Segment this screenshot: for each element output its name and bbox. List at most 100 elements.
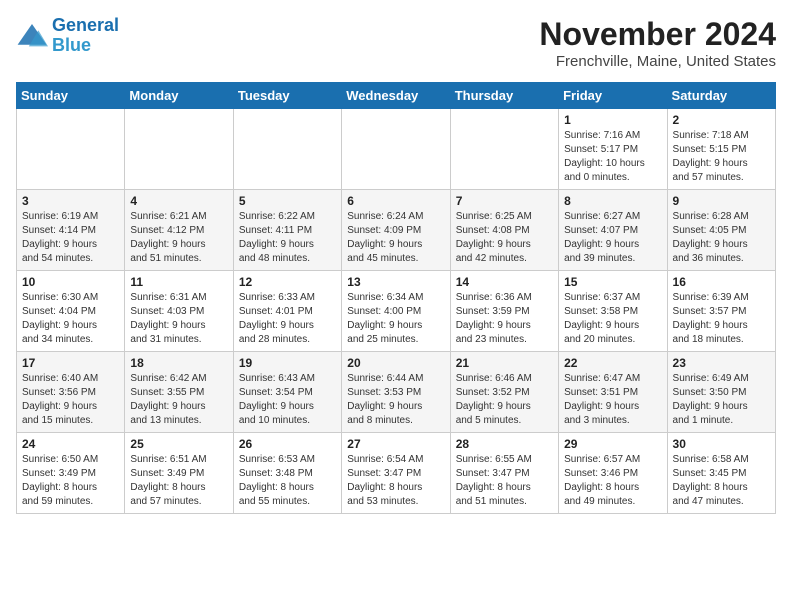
calendar-week: 10Sunrise: 6:30 AM Sunset: 4:04 PM Dayli… — [17, 271, 776, 352]
calendar-cell: 16Sunrise: 6:39 AM Sunset: 3:57 PM Dayli… — [667, 271, 775, 352]
dow-header: Sunday — [17, 83, 125, 109]
month-title: November 2024 — [539, 16, 776, 53]
day-info: Sunrise: 6:27 AM Sunset: 4:07 PM Dayligh… — [564, 210, 661, 266]
calendar-cell: 12 Sunrise: 6:33 AM Sunset: 4:01 PM Dayli… — [233, 271, 341, 352]
day-info: Sunrise: 6:57 AM Sunset: 3:46 PM Dayligh… — [564, 453, 661, 509]
calendar-cell — [233, 109, 341, 190]
day-info: Sunrise: 6:31 AM Sunset: 4:03 PM Dayligh… — [130, 291, 227, 347]
calendar-cell: 21 Sunrise: 6:46 AM Sunset: 3:52 PM Dayli… — [450, 352, 558, 433]
calendar-cell: 13Sunrise: 6:34 AM Sunset: 4:00 PM Dayli… — [342, 271, 450, 352]
day-info: Sunrise: 6:21 AM Sunset: 4:12 PM Dayligh… — [130, 210, 227, 266]
day-info: Sunrise: 6:47 AM Sunset: 3:51 PM Dayligh… — [564, 372, 661, 428]
calendar-cell — [342, 109, 450, 190]
calendar-cell: 18 Sunrise: 6:42 AM Sunset: 3:55 PM Dayli… — [125, 352, 233, 433]
day-number: 19 — [239, 356, 336, 370]
calendar-table: SundayMondayTuesdayWednesdayThursdayFrid… — [16, 82, 776, 514]
day-info: Sunrise: 6:36 AM Sunset: 3:59 PM Dayligh… — [456, 291, 553, 347]
calendar-cell: 17Sunrise: 6:40 AM Sunset: 3:56 PM Dayli… — [17, 352, 125, 433]
day-info: Sunrise: 6:46 AM Sunset: 3:52 PM Dayligh… — [456, 372, 553, 428]
day-number: 29 — [564, 437, 661, 451]
day-number: 9 — [673, 194, 770, 208]
calendar-cell: 5 Sunrise: 6:22 AM Sunset: 4:11 PM Daylig… — [233, 190, 341, 271]
day-number: 7 — [456, 194, 553, 208]
day-info: Sunrise: 6:58 AM Sunset: 3:45 PM Dayligh… — [673, 453, 770, 509]
dow-header: Tuesday — [233, 83, 341, 109]
calendar-cell: 23 Sunrise: 6:49 AM Sunset: 3:50 PM Dayli… — [667, 352, 775, 433]
day-info: Sunrise: 6:39 AM Sunset: 3:57 PM Dayligh… — [673, 291, 770, 347]
calendar-cell: 10Sunrise: 6:30 AM Sunset: 4:04 PM Dayli… — [17, 271, 125, 352]
calendar-cell — [125, 109, 233, 190]
calendar-cell: 24 Sunrise: 6:50 AM Sunset: 3:49 PM Dayli… — [17, 433, 125, 514]
day-info: Sunrise: 6:54 AM Sunset: 3:47 PM Dayligh… — [347, 453, 444, 509]
day-number: 5 — [239, 194, 336, 208]
day-info: Sunrise: 6:53 AM Sunset: 3:48 PM Dayligh… — [239, 453, 336, 509]
day-number: 26 — [239, 437, 336, 451]
day-number: 18 — [130, 356, 227, 370]
calendar-week: 24 Sunrise: 6:50 AM Sunset: 3:49 PM Dayli… — [17, 433, 776, 514]
calendar-cell: 20Sunrise: 6:44 AM Sunset: 3:53 PM Dayli… — [342, 352, 450, 433]
calendar-cell: 9 Sunrise: 6:28 AM Sunset: 4:05 PM Daylig… — [667, 190, 775, 271]
dow-header: Monday — [125, 83, 233, 109]
day-info: Sunrise: 6:42 AM Sunset: 3:55 PM Dayligh… — [130, 372, 227, 428]
location: Frenchville, Maine, United States — [539, 53, 776, 70]
day-info: Sunrise: 6:51 AM Sunset: 3:49 PM Dayligh… — [130, 453, 227, 509]
day-number: 25 — [130, 437, 227, 451]
calendar-cell — [17, 109, 125, 190]
calendar-cell: 4 Sunrise: 6:21 AM Sunset: 4:12 PM Daylig… — [125, 190, 233, 271]
day-info: Sunrise: 6:28 AM Sunset: 4:05 PM Dayligh… — [673, 210, 770, 266]
page-header: General Blue November 2024 Frenchville, … — [16, 16, 776, 70]
calendar-cell: 25 Sunrise: 6:51 AM Sunset: 3:49 PM Dayli… — [125, 433, 233, 514]
day-info: Sunrise: 6:22 AM Sunset: 4:11 PM Dayligh… — [239, 210, 336, 266]
day-number: 14 — [456, 275, 553, 289]
day-info: Sunrise: 6:49 AM Sunset: 3:50 PM Dayligh… — [673, 372, 770, 428]
day-number: 8 — [564, 194, 661, 208]
day-number: 13 — [347, 275, 444, 289]
day-number: 28 — [456, 437, 553, 451]
day-info: Sunrise: 7:18 AM Sunset: 5:15 PM Dayligh… — [673, 129, 770, 185]
title-block: November 2024 Frenchville, Maine, United… — [539, 16, 776, 70]
day-info: Sunrise: 6:37 AM Sunset: 3:58 PM Dayligh… — [564, 291, 661, 347]
day-info: Sunrise: 6:33 AM Sunset: 4:01 PM Dayligh… — [239, 291, 336, 347]
calendar-cell: 27 Sunrise: 6:54 AM Sunset: 3:47 PM Dayli… — [342, 433, 450, 514]
logo: General Blue — [16, 16, 119, 56]
day-number: 23 — [673, 356, 770, 370]
day-info: Sunrise: 6:50 AM Sunset: 3:49 PM Dayligh… — [22, 453, 119, 509]
calendar-cell: 15 Sunrise: 6:37 AM Sunset: 3:58 PM Dayli… — [559, 271, 667, 352]
day-info: Sunrise: 6:19 AM Sunset: 4:14 PM Dayligh… — [22, 210, 119, 266]
day-number: 11 — [130, 275, 227, 289]
day-number: 10 — [22, 275, 119, 289]
calendar-cell: 3 Sunrise: 6:19 AM Sunset: 4:14 PM Daylig… — [17, 190, 125, 271]
calendar-cell: 7 Sunrise: 6:25 AM Sunset: 4:08 PM Daylig… — [450, 190, 558, 271]
calendar-week: 17Sunrise: 6:40 AM Sunset: 3:56 PM Dayli… — [17, 352, 776, 433]
day-number: 4 — [130, 194, 227, 208]
day-info: Sunrise: 6:44 AM Sunset: 3:53 PM Dayligh… — [347, 372, 444, 428]
day-number: 15 — [564, 275, 661, 289]
calendar-cell: 11 Sunrise: 6:31 AM Sunset: 4:03 PM Dayli… — [125, 271, 233, 352]
calendar-cell: 19 Sunrise: 6:43 AM Sunset: 3:54 PM Dayli… — [233, 352, 341, 433]
day-info: Sunrise: 6:55 AM Sunset: 3:47 PM Dayligh… — [456, 453, 553, 509]
day-info: Sunrise: 7:16 AM Sunset: 5:17 PM Dayligh… — [564, 129, 661, 185]
day-number: 3 — [22, 194, 119, 208]
day-number: 1 — [564, 113, 661, 127]
calendar-cell: 6Sunrise: 6:24 AM Sunset: 4:09 PM Daylig… — [342, 190, 450, 271]
calendar-week: 1 Sunrise: 7:16 AM Sunset: 5:17 PM Daylig… — [17, 109, 776, 190]
dow-header: Friday — [559, 83, 667, 109]
day-number: 17 — [22, 356, 119, 370]
day-info: Sunrise: 6:25 AM Sunset: 4:08 PM Dayligh… — [456, 210, 553, 266]
dow-header: Thursday — [450, 83, 558, 109]
day-number: 27 — [347, 437, 444, 451]
day-number: 6 — [347, 194, 444, 208]
day-number: 21 — [456, 356, 553, 370]
calendar-cell: 1 Sunrise: 7:16 AM Sunset: 5:17 PM Daylig… — [559, 109, 667, 190]
day-number: 2 — [673, 113, 770, 127]
day-info: Sunrise: 6:43 AM Sunset: 3:54 PM Dayligh… — [239, 372, 336, 428]
day-number: 12 — [239, 275, 336, 289]
calendar-cell: 22Sunrise: 6:47 AM Sunset: 3:51 PM Dayli… — [559, 352, 667, 433]
day-number: 30 — [673, 437, 770, 451]
dow-header: Saturday — [667, 83, 775, 109]
calendar-cell — [450, 109, 558, 190]
calendar-cell: 8 Sunrise: 6:27 AM Sunset: 4:07 PM Daylig… — [559, 190, 667, 271]
calendar-cell: 26 Sunrise: 6:53 AM Sunset: 3:48 PM Dayli… — [233, 433, 341, 514]
day-number: 24 — [22, 437, 119, 451]
calendar-cell: 14 Sunrise: 6:36 AM Sunset: 3:59 PM Dayli… — [450, 271, 558, 352]
